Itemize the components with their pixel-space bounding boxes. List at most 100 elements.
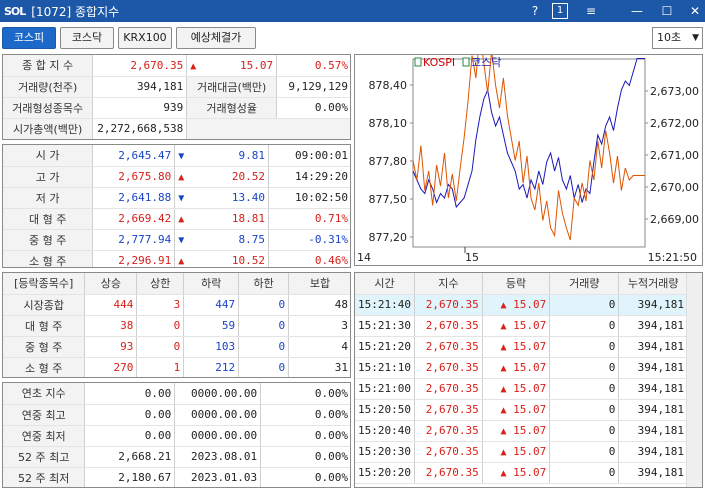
tick-cum-volume: 394,181 bbox=[618, 315, 688, 337]
tick-row[interactable]: 15:20:40 2,670.35 ▲ 15.07 0 394,181 bbox=[355, 420, 688, 442]
app-logo: SOL bbox=[4, 4, 26, 18]
tick-cum-volume: 394,181 bbox=[618, 399, 688, 421]
tick-row[interactable]: 15:20:20 2,670.35 ▲ 15.07 0 394,181 bbox=[355, 462, 688, 484]
up-arrow-icon: ▲ bbox=[186, 55, 207, 77]
record-row: 연초 지수 0.00 0000.00.00 0.00% bbox=[3, 383, 350, 405]
help-button[interactable]: ? bbox=[524, 2, 546, 20]
price-value: 2,675.80 bbox=[92, 166, 176, 188]
price-change: 9.81 bbox=[194, 145, 270, 167]
record-date: 0000.00.00 bbox=[174, 425, 262, 447]
breadth-cell: 0 bbox=[238, 336, 290, 358]
legend-label: 코스닥 bbox=[471, 56, 501, 69]
record-value: 2,668.21 bbox=[84, 446, 176, 468]
tick-change-value: 15.07 bbox=[513, 382, 547, 395]
price-value: 2,641.88 bbox=[92, 187, 176, 209]
record-label: 연중 최고 bbox=[3, 404, 86, 426]
summary-row-index: 종 합 지 수 2,670.35 ▲ 15.07 0.57% bbox=[3, 55, 350, 77]
tick-time: 15:21:20 bbox=[355, 336, 415, 358]
traded-count-value: 939 bbox=[92, 97, 188, 119]
minimize-button[interactable]: — bbox=[626, 2, 648, 20]
tick-change: ▲ 15.07 bbox=[482, 441, 551, 463]
tick-row[interactable]: 15:21:10 2,670.35 ▲ 15.07 0 394,181 bbox=[355, 357, 688, 379]
record-value: 2,180.67 bbox=[84, 467, 176, 487]
price-label: 대 형 주 bbox=[3, 208, 94, 230]
tick-row[interactable]: 15:21:20 2,670.35 ▲ 15.07 0 394,181 bbox=[355, 336, 688, 358]
tick-index: 2,670.35 bbox=[414, 315, 483, 337]
maximize-button[interactable]: ☐ bbox=[656, 2, 678, 20]
tick-cum-volume: 394,181 bbox=[618, 294, 688, 316]
tick-time: 15:20:30 bbox=[355, 441, 415, 463]
price-row: 대 형 주 2,669.42 ▲ 18.81 0.71% bbox=[3, 208, 350, 230]
record-date: 0000.00.00 bbox=[174, 404, 262, 426]
price-panel: 시 가 2,645.47 ▼ 9.81 09:00:01 고 가 2,675.80 ▲ 20.5… bbox=[2, 144, 351, 268]
tab-kospi[interactable]: 코스피 bbox=[2, 27, 56, 49]
tick-row[interactable]: 15:21:40 2,670.35 ▲ 15.07 0 394,181 bbox=[355, 294, 688, 316]
tick-change: ▲ 15.07 bbox=[482, 336, 551, 358]
tick-change: ▲ 15.07 bbox=[482, 462, 551, 484]
tick-index: 2,670.35 bbox=[414, 399, 483, 421]
up-arrow-icon: ▲ bbox=[500, 300, 507, 311]
tab-kosdaq[interactable]: 코스닥 bbox=[60, 27, 114, 49]
left-tick-label: 877,80 bbox=[369, 155, 408, 168]
price-change: 10.52 bbox=[194, 250, 270, 267]
record-row: 연중 최고 0.00 0000.00.00 0.00% bbox=[3, 404, 350, 426]
tab-krx100[interactable]: KRX100 bbox=[118, 27, 172, 49]
price-extra: 0.71% bbox=[268, 208, 350, 230]
price-label: 저 가 bbox=[3, 187, 94, 209]
volume-value: 394,181 bbox=[92, 76, 188, 98]
traded-rate-value: 0.00% bbox=[276, 97, 350, 119]
ticks-scrollbar[interactable] bbox=[686, 273, 702, 487]
price-extra: 10:02:50 bbox=[268, 187, 350, 209]
price-change: 13.40 bbox=[194, 187, 270, 209]
price-extra: -0.31% bbox=[268, 229, 350, 251]
tick-cum-volume: 394,181 bbox=[618, 378, 688, 400]
breadth-cell: 0 bbox=[238, 315, 290, 337]
record-date: 0000.00.00 bbox=[174, 383, 262, 405]
left-tick-label: 878,40 bbox=[369, 79, 408, 92]
interval-select[interactable]: 10초 ▼ bbox=[652, 27, 703, 49]
breadth-label: 시장종합 bbox=[3, 294, 86, 316]
tick-row[interactable]: 15:20:50 2,670.35 ▲ 15.07 0 394,181 bbox=[355, 399, 688, 421]
breadth-label: 대 형 주 bbox=[3, 315, 86, 337]
price-change: 8.75 bbox=[194, 229, 270, 251]
tick-row[interactable]: 15:21:00 2,670.35 ▲ 15.07 0 394,181 bbox=[355, 378, 688, 400]
record-date: 2023.08.01 bbox=[174, 446, 262, 468]
tick-row[interactable]: 15:21:30 2,670.35 ▲ 15.07 0 394,181 bbox=[355, 315, 688, 337]
breadth-cell: 93 bbox=[84, 336, 138, 358]
right-tick-label: 2,672,00 bbox=[650, 117, 699, 130]
record-pct: 0.00% bbox=[260, 446, 350, 468]
tick-volume: 0 bbox=[549, 357, 620, 379]
price-label: 시 가 bbox=[3, 145, 94, 167]
tick-row[interactable]: 15:20:30 2,670.35 ▲ 15.07 0 394,181 bbox=[355, 441, 688, 463]
breadth-cell: 3 bbox=[288, 315, 350, 337]
tick-change-value: 15.07 bbox=[513, 424, 547, 437]
left-tick-label: 877,50 bbox=[369, 193, 408, 206]
right-tick-label: 2,670,00 bbox=[650, 181, 699, 194]
market-cap-value: 2,272,668,538 bbox=[92, 118, 188, 139]
breadth-cell: 444 bbox=[84, 294, 138, 316]
tab-expected-price[interactable]: 예상체결가 bbox=[176, 27, 256, 49]
traded-count-label: 거래형성종목수 bbox=[3, 97, 94, 119]
breadth-cell: 31 bbox=[288, 357, 350, 377]
price-row: 저 가 2,641.88 ▼ 13.40 10:02:50 bbox=[3, 187, 350, 209]
tick-change: ▲ 15.07 bbox=[482, 315, 551, 337]
link-group-button[interactable]: 1 bbox=[552, 3, 568, 19]
down-arrow-icon: ▼ bbox=[174, 187, 195, 209]
ticks-panel: 시간 지수 등락 거래량 누적거래량 15:21:40 2,670.35 ▲ 15.07 0 39… bbox=[354, 272, 703, 488]
breadth-header-cell: 상승 bbox=[84, 273, 138, 295]
intraday-chart: 878,40 878,10 877,80 877,50 877,20 2,673,00 2,… bbox=[354, 32, 703, 266]
tick-index: 2,670.35 bbox=[414, 441, 483, 463]
breadth-header-cell: 하한 bbox=[238, 273, 290, 295]
ticks-header: 시간 지수 등락 거래량 누적거래량 bbox=[355, 273, 688, 295]
price-change: 20.52 bbox=[194, 166, 270, 188]
breadth-cell: 270 bbox=[84, 357, 138, 377]
menu-icon[interactable]: ≡ bbox=[580, 2, 602, 20]
breadth-cell: 38 bbox=[84, 315, 138, 337]
record-label: 52 주 최저 bbox=[3, 467, 86, 487]
breadth-cell: 59 bbox=[183, 315, 240, 337]
price-label: 중 형 주 bbox=[3, 229, 94, 251]
close-button[interactable]: ✕ bbox=[684, 2, 705, 20]
tick-time: 15:20:40 bbox=[355, 420, 415, 442]
plot-area bbox=[412, 58, 646, 248]
breadth-cell: 3 bbox=[136, 294, 185, 316]
